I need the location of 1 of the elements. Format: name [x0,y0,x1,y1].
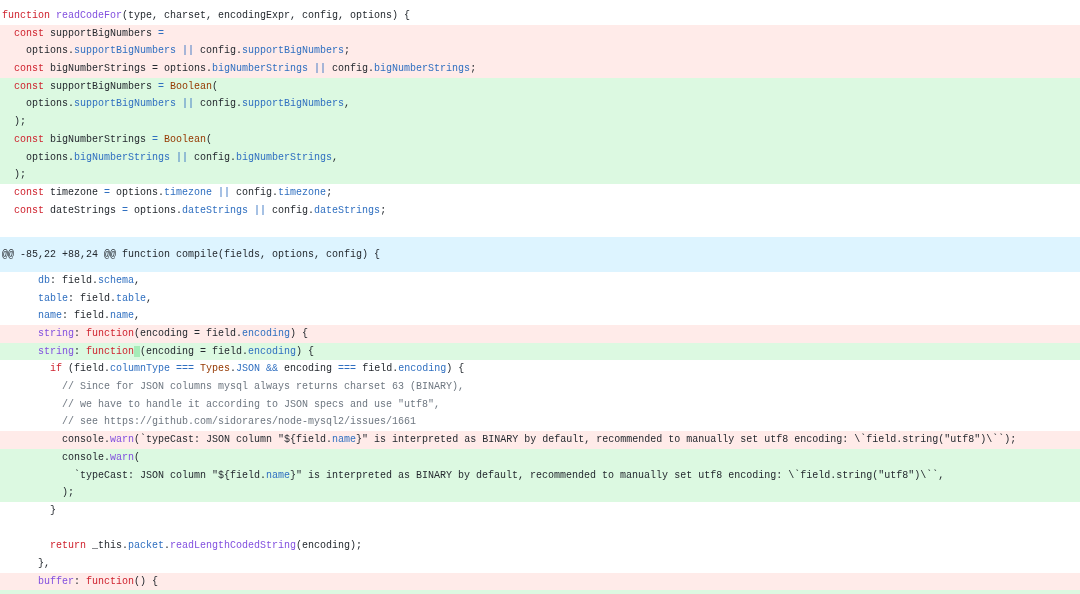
hunk-header: @@ -85,22 +88,24 @@ function compile(fields, options, config) { [0,236,1080,272]
